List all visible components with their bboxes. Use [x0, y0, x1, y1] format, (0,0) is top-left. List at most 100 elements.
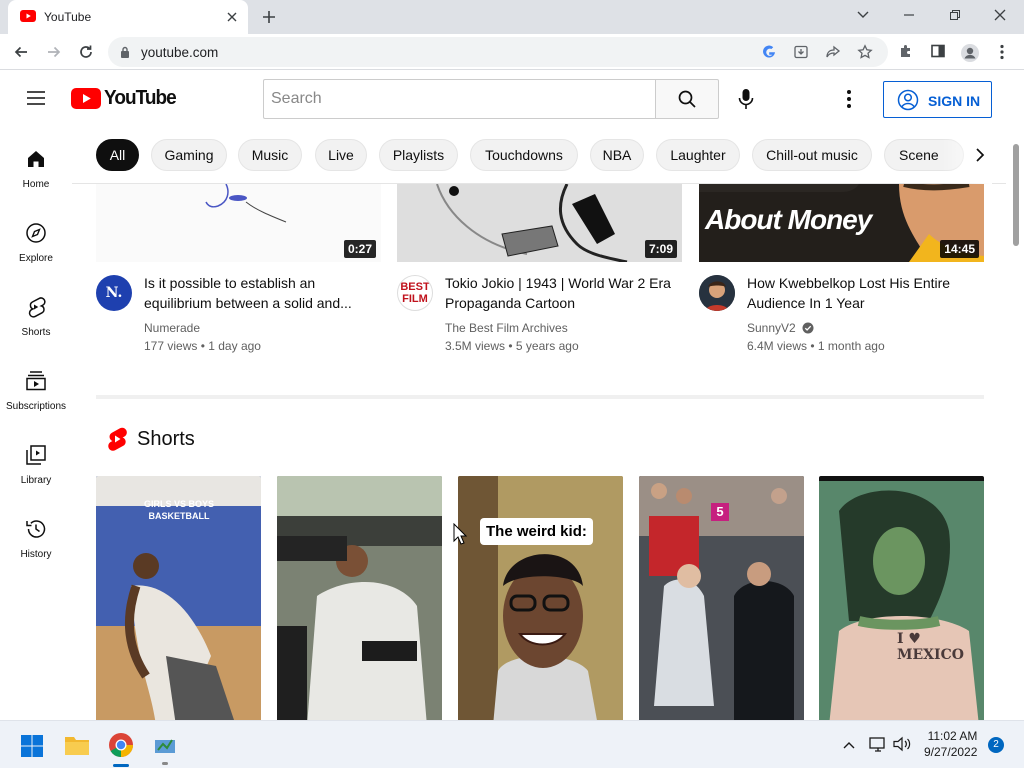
chrome-icon[interactable] [108, 732, 134, 758]
minimize-icon[interactable] [902, 8, 916, 22]
search-button[interactable] [655, 79, 719, 119]
short-thumbnail-art [458, 476, 623, 720]
guide-item-shorts[interactable]: Shorts [0, 295, 72, 355]
short-overlay-text: The weird kid: [480, 518, 593, 545]
notification-badge[interactable]: 2 [988, 737, 1004, 753]
guide-item-subscriptions[interactable]: Subscriptions [0, 369, 72, 429]
settings-more-icon[interactable] [846, 89, 852, 109]
chip-chill-out-music[interactable]: Chill-out music [752, 139, 872, 171]
avatar-portrait [699, 275, 735, 311]
chip-live[interactable]: Live [315, 139, 367, 171]
chip-nba[interactable]: NBA [590, 139, 644, 171]
video-title[interactable]: Is it possible to establish an equilibri… [144, 273, 376, 313]
tab-title: YouTube [44, 10, 92, 24]
active-app-indicator [113, 764, 129, 767]
address-bar[interactable]: youtube.com [108, 37, 888, 67]
upload-age: 5 years ago [515, 339, 579, 353]
new-tab-icon[interactable] [260, 8, 278, 26]
reload-icon[interactable] [77, 43, 95, 61]
close-tab-icon[interactable] [224, 9, 240, 25]
install-app-icon[interactable] [793, 44, 809, 60]
video-metadata: 3.5M views • 5 years ago [445, 339, 579, 353]
history-icon [26, 520, 46, 538]
volume-icon[interactable] [893, 736, 911, 752]
guide-label-subscriptions: Subscriptions [5, 401, 67, 412]
system-clock[interactable]: 11:02 AM 9/27/2022 [924, 728, 977, 760]
short-card[interactable]: I ♥ MEXICO [819, 476, 984, 720]
shorts-shelf-header: Shorts [107, 427, 195, 451]
short-card[interactable] [277, 476, 442, 720]
logo-text: YouTube [104, 87, 177, 109]
guide-item-history[interactable]: History [0, 517, 72, 577]
search-icon [678, 90, 696, 108]
channel-name[interactable]: Numerade [144, 321, 200, 335]
hamburger-menu-icon[interactable] [26, 90, 46, 106]
channel-name[interactable]: SunnyV2 [747, 321, 814, 335]
microphone-icon[interactable] [736, 88, 756, 110]
chip-laughter[interactable]: Laughter [656, 139, 740, 171]
video-title[interactable]: Tokio Jokio | 1943 | World War 2 Era Pro… [445, 273, 677, 313]
restore-icon[interactable] [948, 8, 962, 22]
search-input[interactable] [264, 80, 656, 118]
profile-avatar-icon[interactable] [960, 43, 980, 63]
extensions-puzzle-icon[interactable] [898, 43, 914, 59]
account-circle-icon [897, 89, 919, 111]
shorts-heading: Shorts [137, 427, 195, 450]
side-panel-icon[interactable] [930, 43, 946, 59]
chrome-menu-icon[interactable] [996, 43, 1008, 61]
chip-music[interactable]: Music [238, 139, 302, 171]
page-scrollbar[interactable] [1006, 127, 1024, 720]
channel-avatar[interactable]: N. [96, 275, 132, 311]
avatar-text: BEST FILM [400, 281, 430, 305]
compass-icon [26, 223, 46, 243]
chip-gaming[interactable]: Gaming [151, 139, 227, 171]
youtube-play-logo-icon [71, 88, 101, 109]
guide-item-explore[interactable]: Explore [0, 221, 72, 281]
channel-avatar[interactable] [699, 275, 735, 311]
back-arrow-icon[interactable] [12, 43, 30, 61]
network-icon[interactable] [869, 736, 887, 752]
windows-start-icon[interactable] [20, 734, 44, 758]
library-icon [26, 445, 46, 465]
video-thumbnail[interactable]: 0:27 [96, 184, 381, 262]
video-thumbnail[interactable]: 7:09 [397, 184, 682, 262]
view-count: 177 views [144, 339, 198, 353]
close-window-icon[interactable] [993, 8, 1007, 22]
lock-icon[interactable] [120, 46, 130, 58]
mini-guide: Home Explore Shorts Subscriptions Librar… [0, 127, 72, 720]
guide-item-library[interactable]: Library [0, 443, 72, 503]
chevron-right-icon[interactable] [972, 146, 988, 164]
chevron-up-icon[interactable] [842, 738, 856, 752]
view-count: 3.5M views [445, 339, 506, 353]
search-box[interactable] [263, 79, 656, 119]
tab-search-chevron-icon[interactable] [856, 8, 870, 22]
short-card[interactable]: 5 [639, 476, 804, 720]
view-count: 6.4M views [747, 339, 808, 353]
video-thumbnail[interactable]: About Money 14:45 [699, 184, 984, 262]
bookmark-star-icon[interactable] [857, 44, 873, 60]
monitor-app-icon[interactable] [154, 734, 176, 756]
url-text[interactable]: youtube.com [141, 45, 218, 60]
share-icon[interactable] [825, 44, 841, 60]
video-title[interactable]: How Kwebbelkop Lost His Entire Audience … [747, 273, 979, 313]
browser-tab[interactable]: YouTube [8, 0, 248, 34]
short-card[interactable]: The weird kid: [458, 476, 623, 720]
forward-arrow-icon[interactable] [45, 43, 63, 61]
guide-item-home[interactable]: Home [0, 147, 72, 207]
channel-name[interactable]: The Best Film Archives [445, 321, 568, 335]
chip-touchdowns[interactable]: Touchdowns [470, 139, 578, 171]
scrollbar-thumb[interactable] [1013, 144, 1019, 246]
file-explorer-icon[interactable] [64, 733, 90, 757]
guide-label-home: Home [22, 179, 50, 190]
channel-avatar[interactable]: BEST FILM [397, 275, 433, 311]
sign-in-button[interactable]: SIGN IN [883, 81, 992, 118]
upload-age: 1 month ago [817, 339, 885, 353]
chip-all[interactable]: All [96, 139, 139, 171]
youtube-logo[interactable]: YouTube [71, 87, 180, 110]
channel-name-text: The Best Film Archives [445, 321, 568, 335]
chip-playlists[interactable]: Playlists [379, 139, 458, 171]
google-lens-icon[interactable] [761, 44, 777, 60]
video-metadata: 6.4M views • 1 month ago [747, 339, 885, 353]
short-card[interactable]: GIRLS VS BOYS BASKETBALL [96, 476, 261, 720]
channel-name-text: Numerade [144, 321, 201, 335]
